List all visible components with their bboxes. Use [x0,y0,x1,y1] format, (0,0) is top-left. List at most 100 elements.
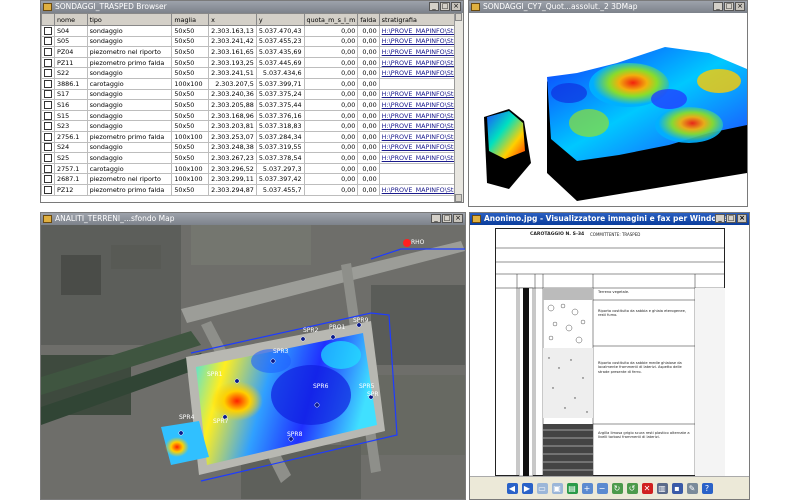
browser-vertical-scrollbar[interactable] [454,13,463,202]
row-checkbox-cell[interactable] [41,88,55,101]
map3d-surface[interactable] [469,13,748,207]
save-icon[interactable]: ▪ [671,482,683,494]
table-cell[interactable]: H:\PROVE_MAPINFO\Stra [378,25,463,37]
row-checkbox[interactable] [44,47,52,56]
row-checkbox-cell[interactable] [41,46,55,58]
row-checkbox[interactable] [44,122,52,131]
actual-size-icon[interactable]: ▣ [551,482,563,494]
map2d-title-bar[interactable]: ANALITI_TERRENI_...sfondo Map _ □ × [41,213,465,225]
row-checkbox-cell[interactable] [41,109,55,122]
table-cell[interactable]: H:\PROVE_MAPINFO\Stra [378,35,463,48]
row-checkbox[interactable] [44,58,52,67]
row-checkbox-cell[interactable] [41,130,55,143]
row-checkbox-cell[interactable] [41,35,55,48]
table-row[interactable]: 3886.1 carotaggio 100x100 2.303.207,5 5.037.… [41,77,463,90]
maximize-button[interactable]: □ [440,2,450,11]
row-checkbox[interactable] [44,79,52,88]
close-button[interactable]: × [737,214,747,223]
next-image-icon[interactable]: ▶ [521,482,533,494]
viewer-title-bar[interactable]: Anonimo.jpg - Visualizzatore immagini e … [470,213,749,225]
table-row[interactable]: S16 sondaggio 50x50 2.303.205,88 5.037.375,4… [41,99,463,111]
row-checkbox[interactable] [44,111,52,120]
delete-icon[interactable]: ✕ [641,482,653,494]
table-row[interactable]: S15 sondaggio 50x50 2.303.168,96 5.037.376,1… [41,109,463,122]
help-icon[interactable]: ? [701,482,713,494]
table-row[interactable]: PZ11 piezometro primo falda 50x50 2.303.193… [41,56,463,69]
table-cell[interactable]: H:\PROVE_MAPINFO\Stra [378,141,463,154]
column-header[interactable]: maglia [171,13,210,26]
row-checkbox-cell[interactable] [41,67,55,79]
row-checkbox-cell[interactable] [41,183,55,196]
row-checkbox-cell[interactable] [41,25,55,37]
minimize-button[interactable]: _ [715,214,725,223]
table-cell[interactable] [378,77,463,90]
table-row[interactable]: S23 sondaggio 50x50 2.303.203,81 5.037.318,8… [41,120,463,132]
edit-icon[interactable]: ✎ [686,482,698,494]
table-cell[interactable]: H:\PROVE_MAPINFO\Stra [378,56,463,69]
close-button[interactable]: × [451,2,461,11]
table-cell[interactable]: H:\PROVE_MAPINFO\Stra [378,152,463,164]
maximize-button[interactable]: □ [724,2,734,11]
maximize-button[interactable]: □ [726,214,736,223]
table-row[interactable]: S05 sondaggio 50x50 2.303.241,42 5.037.455,2… [41,35,463,48]
table-cell[interactable]: H:\PROVE_MAPINFO\Stra [378,109,463,122]
column-header[interactable]: y [255,13,305,26]
table-row[interactable]: 2757.1 carotaggio 100x100 2.303.296,52 5.037… [41,162,463,175]
table-row[interactable]: S17 sondaggio 50x50 2.303.240,36 5.037.375,2… [41,88,463,101]
best-fit-icon[interactable]: ▭ [536,482,548,494]
scroll-up-arrow[interactable] [455,13,462,21]
minimize-button[interactable]: _ [713,2,723,11]
previous-image-icon[interactable]: ◀ [506,482,518,494]
row-checkbox[interactable] [44,175,52,184]
minimize-button[interactable]: _ [429,2,439,11]
column-header[interactable]: stratigrafia [378,13,463,26]
row-checkbox-cell[interactable] [41,120,55,132]
row-checkbox[interactable] [44,37,52,46]
table-row[interactable]: S25 sondaggio 50x50 2.303.267,23 5.037.378,5… [41,152,463,164]
row-checkbox[interactable] [44,164,52,173]
table-row[interactable]: PZ04 piezometro nel riporto 50x50 2.303.161… [41,46,463,58]
close-button[interactable]: × [453,214,463,223]
column-header[interactable]: nome [54,13,88,26]
row-checkbox[interactable] [44,153,52,162]
scroll-down-arrow[interactable] [455,194,462,202]
table-cell[interactable]: H:\PROVE_MAPINFO\Stra [378,46,463,58]
column-header[interactable]: tipo [86,13,173,26]
row-checkbox[interactable] [44,100,52,109]
row-checkbox-cell[interactable] [41,141,55,154]
zoom-in-icon[interactable]: + [581,482,593,494]
zoom-out-icon[interactable]: − [596,482,608,494]
row-checkbox[interactable] [44,143,52,152]
table-cell[interactable]: H:\PROVE_MAPINFO\Stra [378,88,463,101]
row-checkbox[interactable] [44,26,52,35]
row-checkbox-cell[interactable] [41,162,55,175]
map2d-canvas[interactable] [41,225,466,500]
table-row[interactable]: 2687.1 piezometro nel riporto 100x100 2.303… [41,173,463,185]
table-cell[interactable]: H:\PROVE_MAPINFO\Stra [378,67,463,79]
table-row[interactable]: S04 sondaggio 50x50 2.303.163,13 5.037.470,4… [41,25,463,37]
row-checkbox-cell[interactable] [41,152,55,164]
table-row[interactable]: S22 sondaggio 50x50 2.303.241,51 5.037.434,6… [41,67,463,79]
table-cell[interactable]: H:\PROVE_MAPINFO\Stra [378,99,463,111]
minimize-button[interactable]: _ [431,214,441,223]
map3d-title-bar[interactable]: SONDAGGI_CY7_Quot...assolut._2 3DMap _ □… [469,1,747,13]
column-header[interactable]: x [208,13,257,26]
column-header[interactable]: quota_m_s_l_m [303,13,359,26]
slideshow-icon[interactable]: ▤ [566,482,578,494]
print-icon[interactable]: ▥ [656,482,668,494]
table-cell[interactable] [378,173,463,185]
row-checkbox[interactable] [44,185,52,194]
table-row[interactable]: PZ12 piezometro primo falda 50x50 2.303.294… [41,183,463,196]
column-header[interactable]: falda [357,13,380,26]
close-button[interactable]: × [735,2,745,11]
rotate-clockwise-icon[interactable]: ↻ [611,482,623,494]
row-checkbox[interactable] [44,132,52,141]
row-checkbox-cell[interactable] [41,77,55,90]
row-checkbox-cell[interactable] [41,99,55,111]
rotate-counterclockwise-icon[interactable]: ↺ [626,482,638,494]
row-checkbox[interactable] [44,90,52,99]
table-cell[interactable]: H:\PROVE_MAPINFO\Stra [378,183,463,196]
table-cell[interactable]: H:\PROVE_MAPINFO\Stra [378,130,463,143]
maximize-button[interactable]: □ [442,214,452,223]
browser-title-bar[interactable]: SONDAGGI_TRASPED Browser _ □ × [41,1,463,13]
